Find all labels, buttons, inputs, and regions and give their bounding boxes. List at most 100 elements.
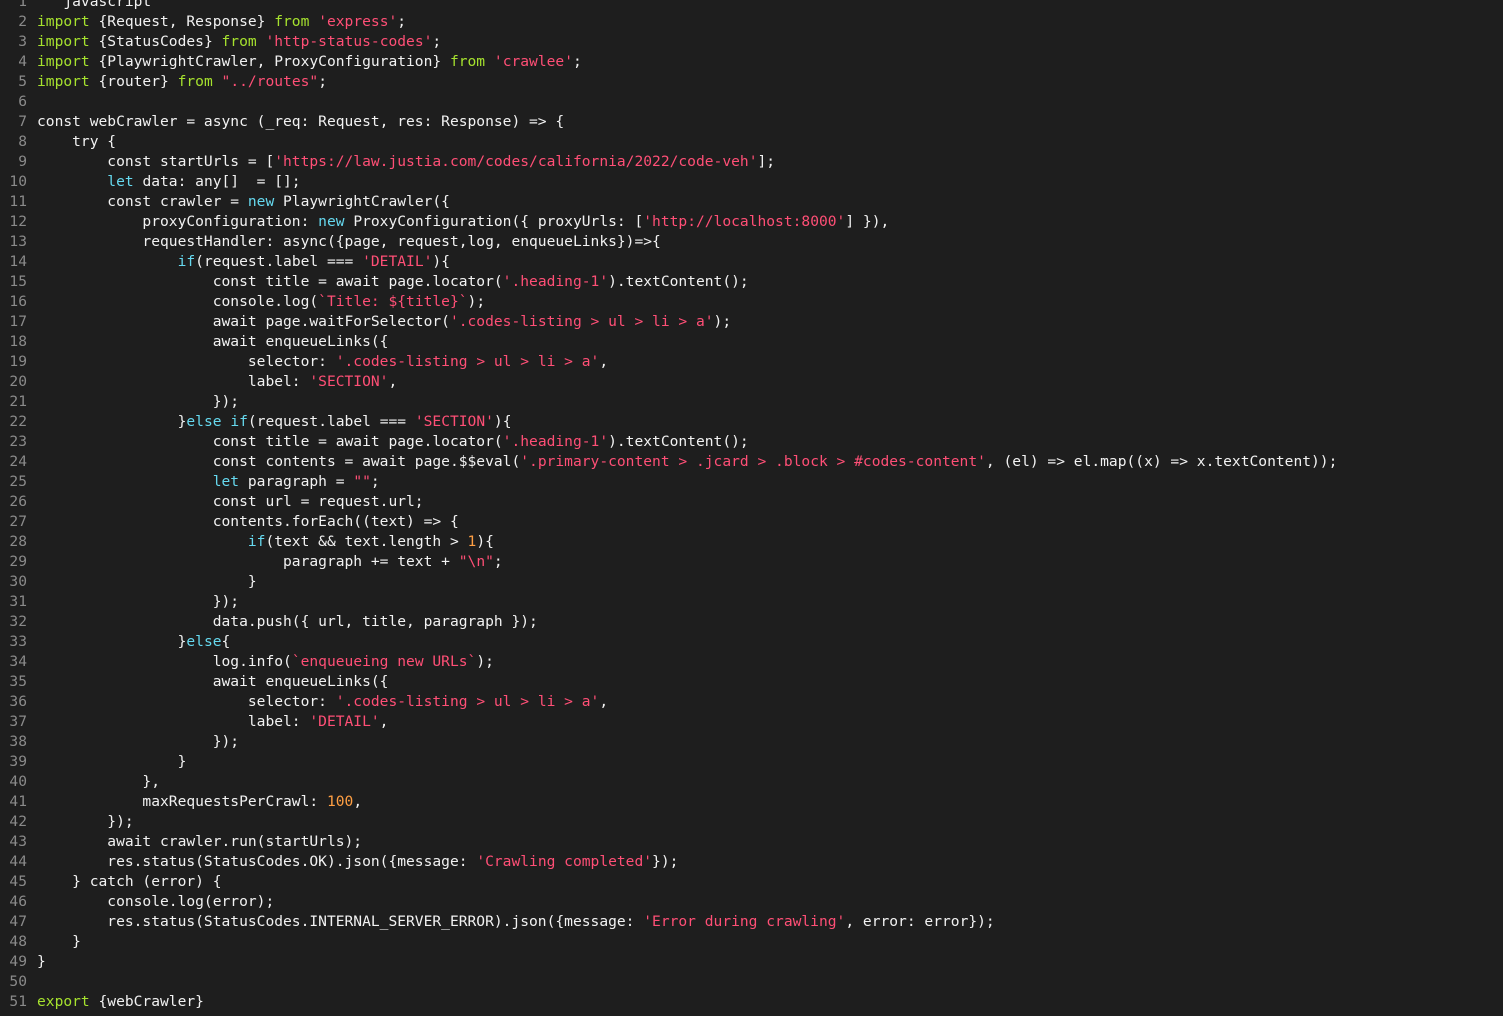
- code-line[interactable]: 22 }else if(request.label === 'SECTION')…: [0, 412, 1503, 432]
- code-token: paragraph =: [239, 473, 354, 490]
- code-line[interactable]: 11 const crawler = new PlaywrightCrawler…: [0, 192, 1503, 212]
- code-line[interactable]: 16 console.log(`Title: ${title}`);: [0, 292, 1503, 312]
- code-line[interactable]: 39 }: [0, 752, 1503, 772]
- code-line[interactable]: 18 await enqueueLinks({: [0, 332, 1503, 352]
- string-token: 'express': [318, 13, 398, 30]
- string-token: '.codes-listing > ul > li > a': [449, 313, 714, 330]
- code-line[interactable]: 45 } catch (error) {: [0, 872, 1503, 892]
- code-line[interactable]: 6: [0, 92, 1503, 112]
- line-number: 40: [9, 773, 27, 790]
- code-line[interactable]: 51 export {webCrawler}: [0, 992, 1503, 1012]
- string-token: '.codes-listing > ul > li > a': [335, 693, 600, 710]
- code-line[interactable]: 38 });: [0, 732, 1503, 752]
- code-line[interactable]: 37 label: 'DETAIL',: [0, 712, 1503, 732]
- code-line[interactable]: 30 }: [0, 572, 1503, 592]
- code-line[interactable]: 17 await page.waitForSelector('.codes-li…: [0, 312, 1503, 332]
- line-number: 45: [9, 873, 27, 890]
- code-token: (text && text.length >: [265, 533, 468, 550]
- code-line[interactable]: 3 import {StatusCodes} from 'http-status-…: [0, 32, 1503, 52]
- code-line[interactable]: 14 if(request.label === 'DETAIL'){: [0, 252, 1503, 272]
- code-line[interactable]: 13 requestHandler: async({page, request,…: [0, 232, 1503, 252]
- code-token: ,: [388, 373, 398, 390]
- keyword-token: if: [230, 413, 248, 430]
- code-line[interactable]: 24 const contents = await page.$$eval('.…: [0, 452, 1503, 472]
- code-line[interactable]: 28 if(text && text.length > 1){: [0, 532, 1503, 552]
- code-line[interactable]: 44 res.status(StatusCodes.OK).json({mess…: [0, 852, 1503, 872]
- line-number: 30: [9, 573, 27, 590]
- code-line[interactable]: 9 const startUrls = ['https://law.justia…: [0, 152, 1503, 172]
- code-line[interactable]: 41 maxRequestsPerCrawl: 100,: [0, 792, 1503, 812]
- code-line[interactable]: 12 proxyConfiguration: new ProxyConfigur…: [0, 212, 1503, 232]
- code-line[interactable]: 47 res.status(StatusCodes.INTERNAL_SERVE…: [0, 912, 1503, 932]
- code-line[interactable]: 8 try {: [0, 132, 1503, 152]
- code-line[interactable]: 5 import {router} from "../routes";: [0, 72, 1503, 92]
- line-number: 43: [9, 833, 27, 850]
- code-line[interactable]: 4 import {PlaywrightCrawler, ProxyConfigu…: [0, 52, 1503, 72]
- code-token: paragraph += text +: [37, 553, 459, 570]
- code-line[interactable]: 23 const title = await page.locator('.he…: [0, 432, 1503, 452]
- code-line[interactable]: 48 }: [0, 932, 1503, 952]
- keyword-token: let: [212, 473, 240, 490]
- line-number: 9: [18, 153, 27, 170]
- code-token: },: [37, 773, 161, 790]
- code-line[interactable]: 32 data.push({ url, title, paragraph });: [0, 612, 1503, 632]
- line-number: 35: [9, 673, 27, 690]
- code-line[interactable]: 21 });: [0, 392, 1503, 412]
- code-text: console.log(`Title: ${title}`);: [27, 292, 485, 312]
- code-token: selector:: [37, 693, 336, 710]
- code-line[interactable]: 1 javascript: [0, 0, 1503, 12]
- code-line[interactable]: 27 contents.forEach((text) => {: [0, 512, 1503, 532]
- code-line[interactable]: 20 label: 'SECTION',: [0, 372, 1503, 392]
- line-number: 14: [9, 253, 27, 270]
- code-token: await enqueueLinks({: [37, 333, 389, 350]
- code-line[interactable]: 26 const url = request.url;: [0, 492, 1503, 512]
- code-line[interactable]: 31 });: [0, 592, 1503, 612]
- line-number: 23: [9, 433, 27, 450]
- keyword-token: import: [37, 73, 90, 90]
- code-line[interactable]: 35 await enqueueLinks({: [0, 672, 1503, 692]
- code-line[interactable]: 36 selector: '.codes-listing > ul > li >…: [0, 692, 1503, 712]
- code-line[interactable]: 7 const webCrawler = async (_req: Request…: [0, 112, 1503, 132]
- code-line[interactable]: 40 },: [0, 772, 1503, 792]
- code-line[interactable]: 29 paragraph += text + "\n";: [0, 552, 1503, 572]
- code-editor[interactable]: 1 javascript 2 import {Request, Response} …: [0, 0, 1503, 1016]
- code-token: const title = await page.locator(: [37, 433, 503, 450]
- keyword-token: from: [274, 13, 310, 30]
- code-token: selector:: [37, 353, 336, 370]
- code-line[interactable]: 10 let data: any[] = [];: [0, 172, 1503, 192]
- code-line[interactable]: 43 await crawler.run(startUrls);: [0, 832, 1503, 852]
- code-token: data: any[] = [];: [133, 173, 301, 190]
- code-line[interactable]: 2 import {Request, Response} from 'expres…: [0, 12, 1503, 32]
- code-token: );: [467, 293, 486, 310]
- keyword-token: new: [318, 213, 345, 230]
- code-line[interactable]: 34 log.info(`enqueueing new URLs`);: [0, 652, 1503, 672]
- code-line[interactable]: 25 let paragraph = "";: [0, 472, 1503, 492]
- code-text: const webCrawler = async (_req: Request,…: [27, 112, 564, 132]
- keyword-token: import: [37, 33, 90, 50]
- string-token: 'DETAIL': [362, 253, 433, 270]
- code-token: res.status(StatusCodes.OK).json({message…: [37, 853, 477, 870]
- code-lines-container: 1 javascript 2 import {Request, Response} …: [0, 0, 1503, 1012]
- keyword-token: export: [37, 993, 90, 1010]
- code-line[interactable]: 46 console.log(error);: [0, 892, 1503, 912]
- line-number: 5: [18, 73, 27, 90]
- code-token: (request.label ===: [195, 253, 363, 270]
- string-token: 'SECTION': [414, 413, 494, 430]
- code-token: PlaywrightCrawler({: [274, 193, 450, 210]
- code-line[interactable]: 33 }else{: [0, 632, 1503, 652]
- code-line[interactable]: 42 });: [0, 812, 1503, 832]
- string-token: 'Error during crawling': [643, 913, 846, 930]
- code-text: }: [27, 572, 257, 592]
- code-line[interactable]: 15 const title = await page.locator('.he…: [0, 272, 1503, 292]
- code-token: proxyConfiguration:: [37, 213, 319, 230]
- code-text: label: 'SECTION',: [27, 372, 397, 392]
- code-line[interactable]: 49}: [0, 952, 1503, 972]
- code-token: {StatusCodes}: [89, 33, 222, 50]
- code-line[interactable]: 19 selector: '.codes-listing > ul > li >…: [0, 352, 1503, 372]
- code-line[interactable]: 50: [0, 972, 1503, 992]
- keyword-token: else: [186, 413, 222, 430]
- code-token: ;: [397, 13, 407, 30]
- string-token: '.heading-1': [502, 433, 609, 450]
